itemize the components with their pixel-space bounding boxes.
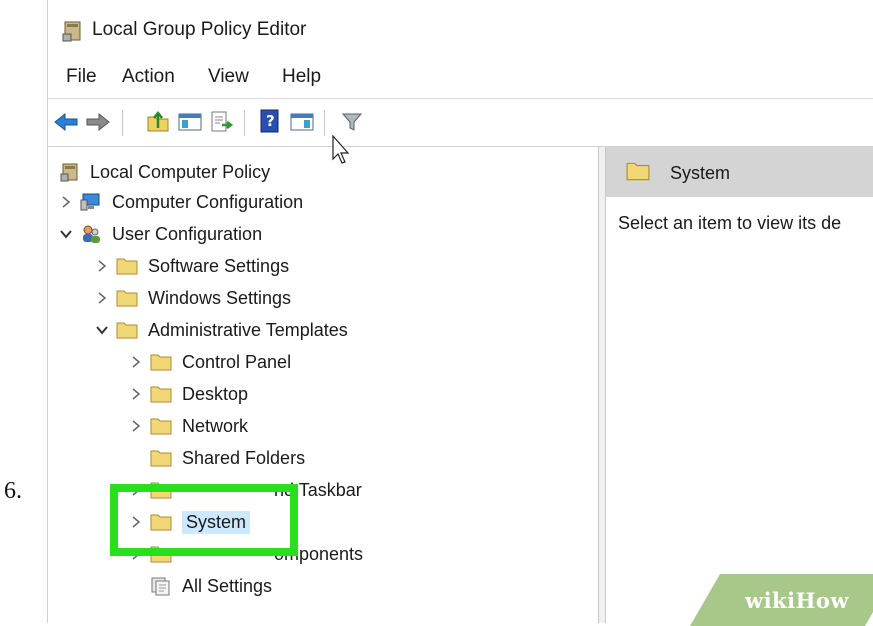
chevron-right-icon[interactable]: [94, 258, 110, 274]
tree-item-control-panel[interactable]: Control Panel: [128, 347, 291, 377]
tree-item-shared-folders[interactable]: Shared Folders: [128, 443, 305, 473]
tree-item-label: Computer Configuration: [112, 191, 304, 212]
tree-item-label: Administrative Templates: [148, 319, 348, 340]
menu-action[interactable]: Action: [122, 66, 175, 88]
filter-icon[interactable]: [338, 108, 366, 136]
folder-icon: [116, 289, 138, 307]
chevron-right-icon[interactable]: [128, 354, 144, 370]
tree-item-label: Software Settings: [148, 255, 290, 276]
mouse-cursor-icon: [332, 134, 352, 170]
users-icon: [80, 224, 102, 244]
all-settings-icon: [150, 576, 172, 596]
show-hide-action-pane-icon[interactable]: [288, 108, 316, 136]
menu-bar: File Action View Help: [48, 60, 873, 96]
chevron-down-icon[interactable]: [58, 226, 74, 242]
watermark-logo: wikiHow: [745, 588, 850, 613]
tree-item-label: Shared Folders: [182, 447, 306, 468]
toolbar-separator: [324, 110, 325, 136]
tree-item-user-configuration[interactable]: User Configuration: [58, 219, 262, 249]
toolbar-separator: [122, 110, 123, 136]
tree-item-network[interactable]: Network: [128, 411, 248, 441]
back-arrow-icon[interactable]: [52, 108, 80, 136]
pane-splitter[interactable]: [598, 147, 606, 623]
folder-icon: [116, 321, 138, 339]
menu-view[interactable]: View: [208, 66, 249, 88]
chevron-down-icon[interactable]: [94, 322, 110, 338]
forward-arrow-icon[interactable]: [84, 108, 112, 136]
tree-item-all-settings[interactable]: All Settings: [150, 571, 272, 601]
policy-editor-icon: [62, 20, 84, 42]
menu-divider: [48, 98, 873, 99]
tree-item-computer-configuration[interactable]: Computer Configuration: [58, 187, 303, 217]
tree-item-label: User Configuration: [112, 223, 263, 244]
help-icon[interactable]: ?: [256, 108, 284, 136]
highlight-box: [110, 484, 298, 556]
tree-item-label: Control Panel: [182, 351, 292, 372]
toolbar-separator: [244, 110, 245, 136]
folder-icon: [150, 449, 172, 467]
title-bar: Local Group Policy Editor: [48, 0, 873, 58]
tree-item-label: All Settings: [182, 575, 273, 596]
details-header: System: [606, 147, 873, 197]
tree-item-desktop[interactable]: Desktop: [128, 379, 248, 409]
export-list-icon[interactable]: [208, 108, 236, 136]
folder-icon: [150, 417, 172, 435]
policy-icon: [60, 162, 80, 182]
svg-text:?: ?: [266, 112, 275, 130]
tree-item-label: Network: [182, 415, 249, 436]
details-header-title: System: [670, 163, 731, 183]
toolbar: ?: [48, 100, 873, 146]
tree-item-software-settings[interactable]: Software Settings: [94, 251, 289, 281]
window-title: Local Group Policy Editor: [92, 19, 307, 40]
folder-icon: [626, 161, 650, 186]
tree-item-local-computer-policy[interactable]: Local Computer Policy: [60, 157, 270, 187]
chevron-right-icon[interactable]: [58, 194, 74, 210]
show-hide-tree-icon[interactable]: [176, 108, 204, 136]
menu-file[interactable]: File: [66, 66, 97, 88]
up-folder-icon[interactable]: [144, 108, 172, 136]
tree-item-label: Windows Settings: [148, 287, 292, 308]
tree-item-administrative-templates[interactable]: Administrative Templates: [94, 315, 348, 345]
tree-item-label: Local Computer Policy: [90, 161, 271, 182]
folder-icon: [150, 385, 172, 403]
step-number: 6.: [4, 478, 22, 504]
menu-help[interactable]: Help: [282, 66, 321, 88]
folder-icon: [116, 257, 138, 275]
tree-item-windows-settings[interactable]: Windows Settings: [94, 283, 291, 313]
tree-item-label: Desktop: [182, 383, 249, 404]
chevron-right-icon[interactable]: [94, 290, 110, 306]
chevron-right-icon[interactable]: [128, 418, 144, 434]
details-pane: System Select an item to view its de: [606, 147, 873, 623]
details-description: Select an item to view its de: [618, 213, 842, 233]
computer-icon: [80, 192, 102, 212]
chevron-right-icon[interactable]: [128, 386, 144, 402]
folder-icon: [150, 353, 172, 371]
